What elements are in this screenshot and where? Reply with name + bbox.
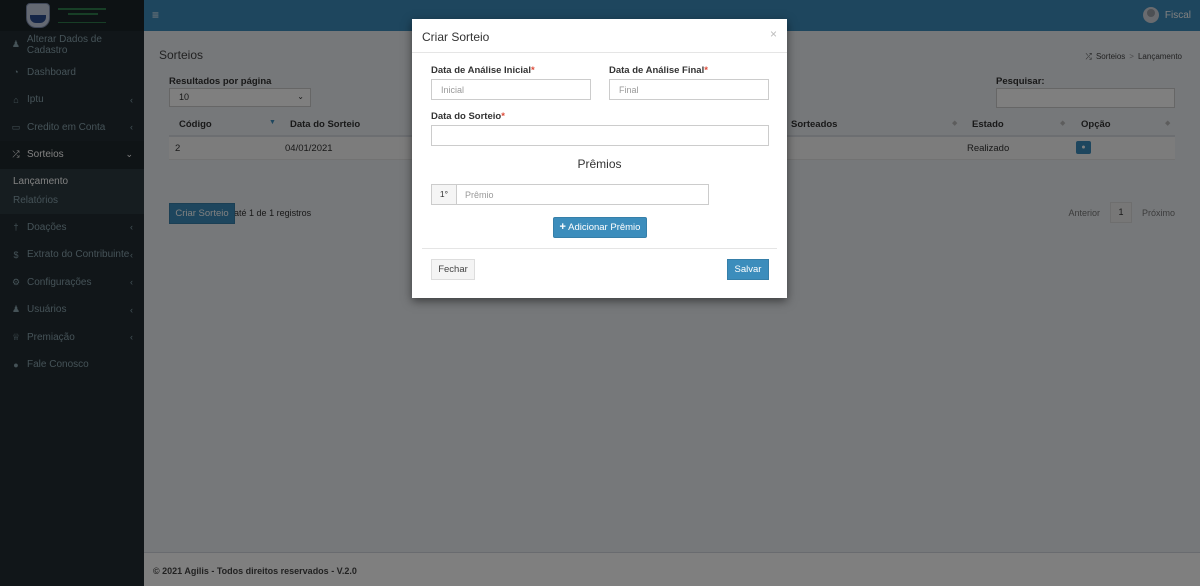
required-mark: * bbox=[704, 65, 708, 76]
draw-date-label-text: Data do Sorteio bbox=[431, 111, 502, 122]
end-date-label-text: Data de Análise Final bbox=[609, 65, 705, 76]
prize-input[interactable]: Prêmio bbox=[457, 185, 708, 204]
prizes-title: Prêmios bbox=[577, 157, 622, 171]
start-date-label-text: Data de Análise Inicial bbox=[431, 65, 531, 76]
close-icon[interactable]: × bbox=[770, 27, 777, 41]
start-date-input[interactable]: Inicial bbox=[431, 79, 591, 100]
close-button[interactable]: Fechar bbox=[431, 259, 475, 280]
prize-index: 1° bbox=[432, 185, 457, 204]
required-mark: * bbox=[501, 111, 505, 122]
plus-icon: + bbox=[559, 221, 566, 233]
add-prize-label: Adicionar Prêmio bbox=[568, 222, 641, 233]
end-date-input[interactable]: Final bbox=[609, 79, 769, 100]
end-date-label: Data de Análise Final* bbox=[609, 65, 708, 76]
add-prize-button[interactable]: + Adicionar Prêmio bbox=[553, 217, 647, 238]
save-button[interactable]: Salvar bbox=[727, 259, 769, 280]
create-sorteio-modal: Criar Sorteio × Data de Análise Inicial*… bbox=[412, 19, 787, 298]
modal-header: Criar Sorteio × bbox=[412, 19, 787, 53]
draw-date-label: Data do Sorteio* bbox=[431, 111, 505, 122]
modal-title: Criar Sorteio bbox=[422, 30, 490, 44]
required-mark: * bbox=[530, 65, 535, 76]
prize-input-group: 1° Prêmio bbox=[431, 184, 709, 205]
start-date-label: Data de Análise Inicial* bbox=[431, 65, 535, 76]
draw-date-input[interactable] bbox=[431, 125, 769, 146]
modal-footer: Fechar Salvar bbox=[422, 248, 777, 298]
